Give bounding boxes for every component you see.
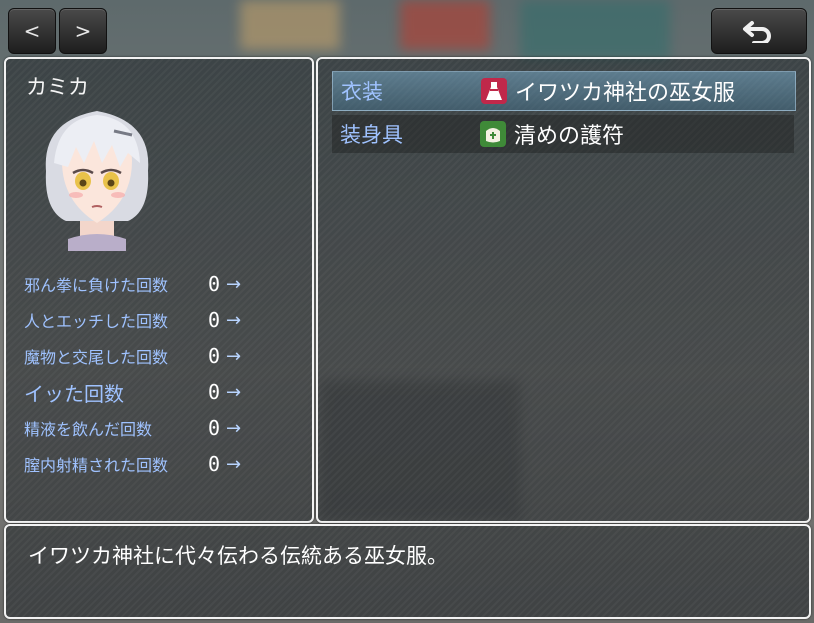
slot-type-label: 衣装 (341, 80, 383, 104)
stat-value: 0 (207, 344, 220, 368)
stat-row: 精液を飲んだ回数 0 → (24, 413, 294, 443)
stat-label: 魔物と交尾した回数 (24, 348, 169, 367)
background-shape (240, 0, 340, 50)
equip-slot-costume[interactable]: 衣装 イワツカ神社の巫女服 (332, 71, 796, 111)
next-character-button[interactable]: > (59, 8, 107, 54)
stat-row: 魔物と交尾した回数 0 → (24, 341, 294, 371)
help-window: イワツカ神社に代々伝わる伝統ある巫女服。 (4, 524, 811, 619)
character-portrait (28, 101, 166, 251)
stat-row: 膣内射精された回数 0 → (24, 449, 294, 479)
stat-value: 0 (207, 272, 220, 296)
status-window: カミカ 邪ん拳に負けた回数 0 → 人とエッチした回数 0 → 魔物と交尾した回… (4, 57, 314, 523)
slot-type-label: 装身具 (340, 123, 403, 147)
stat-arrow: → (226, 381, 242, 403)
stat-row: 邪ん拳に負けた回数 0 → (24, 269, 294, 299)
stat-value: 0 (207, 380, 220, 404)
stat-row: イッた回数 0 → (24, 377, 294, 407)
item-description: イワツカ神社に代々伝わる伝統ある巫女服。 (28, 544, 448, 568)
equipment-window: 衣装 イワツカ神社の巫女服 装身具 清めの護符 (316, 57, 811, 523)
background-shape (400, 0, 490, 50)
next-label: > (74, 19, 92, 43)
stat-label: イッた回数 (24, 381, 124, 406)
stat-value: 0 (207, 308, 220, 332)
character-name: カミカ (26, 75, 89, 99)
stat-row: 人とエッチした回数 0 → (24, 305, 294, 335)
background-shape (520, 0, 670, 60)
prev-label: < (23, 19, 41, 43)
stat-arrow: → (226, 417, 242, 439)
dress-icon (481, 78, 507, 104)
stat-arrow: → (226, 309, 242, 331)
stat-arrow: → (226, 345, 242, 367)
stat-label: 膣内射精された回数 (24, 456, 169, 475)
stat-arrow: → (226, 453, 242, 475)
stat-label: 精液を飲んだ回数 (24, 420, 153, 439)
prev-character-button[interactable]: < (8, 8, 56, 54)
stat-value: 0 (207, 452, 220, 476)
stat-label: 人とエッチした回数 (24, 312, 169, 331)
stat-arrow: → (226, 273, 242, 295)
back-button[interactable] (711, 8, 807, 54)
slot-item-name: イワツカ神社の巫女服 (515, 81, 736, 106)
charm-icon (480, 121, 506, 147)
stat-value: 0 (207, 416, 220, 440)
stat-label: 邪ん拳に負けた回数 (24, 276, 169, 295)
slot-item-name: 清めの護符 (514, 124, 625, 149)
back-arrow-icon (742, 19, 776, 43)
equip-slot-accessory[interactable]: 装身具 清めの護符 (332, 115, 794, 153)
